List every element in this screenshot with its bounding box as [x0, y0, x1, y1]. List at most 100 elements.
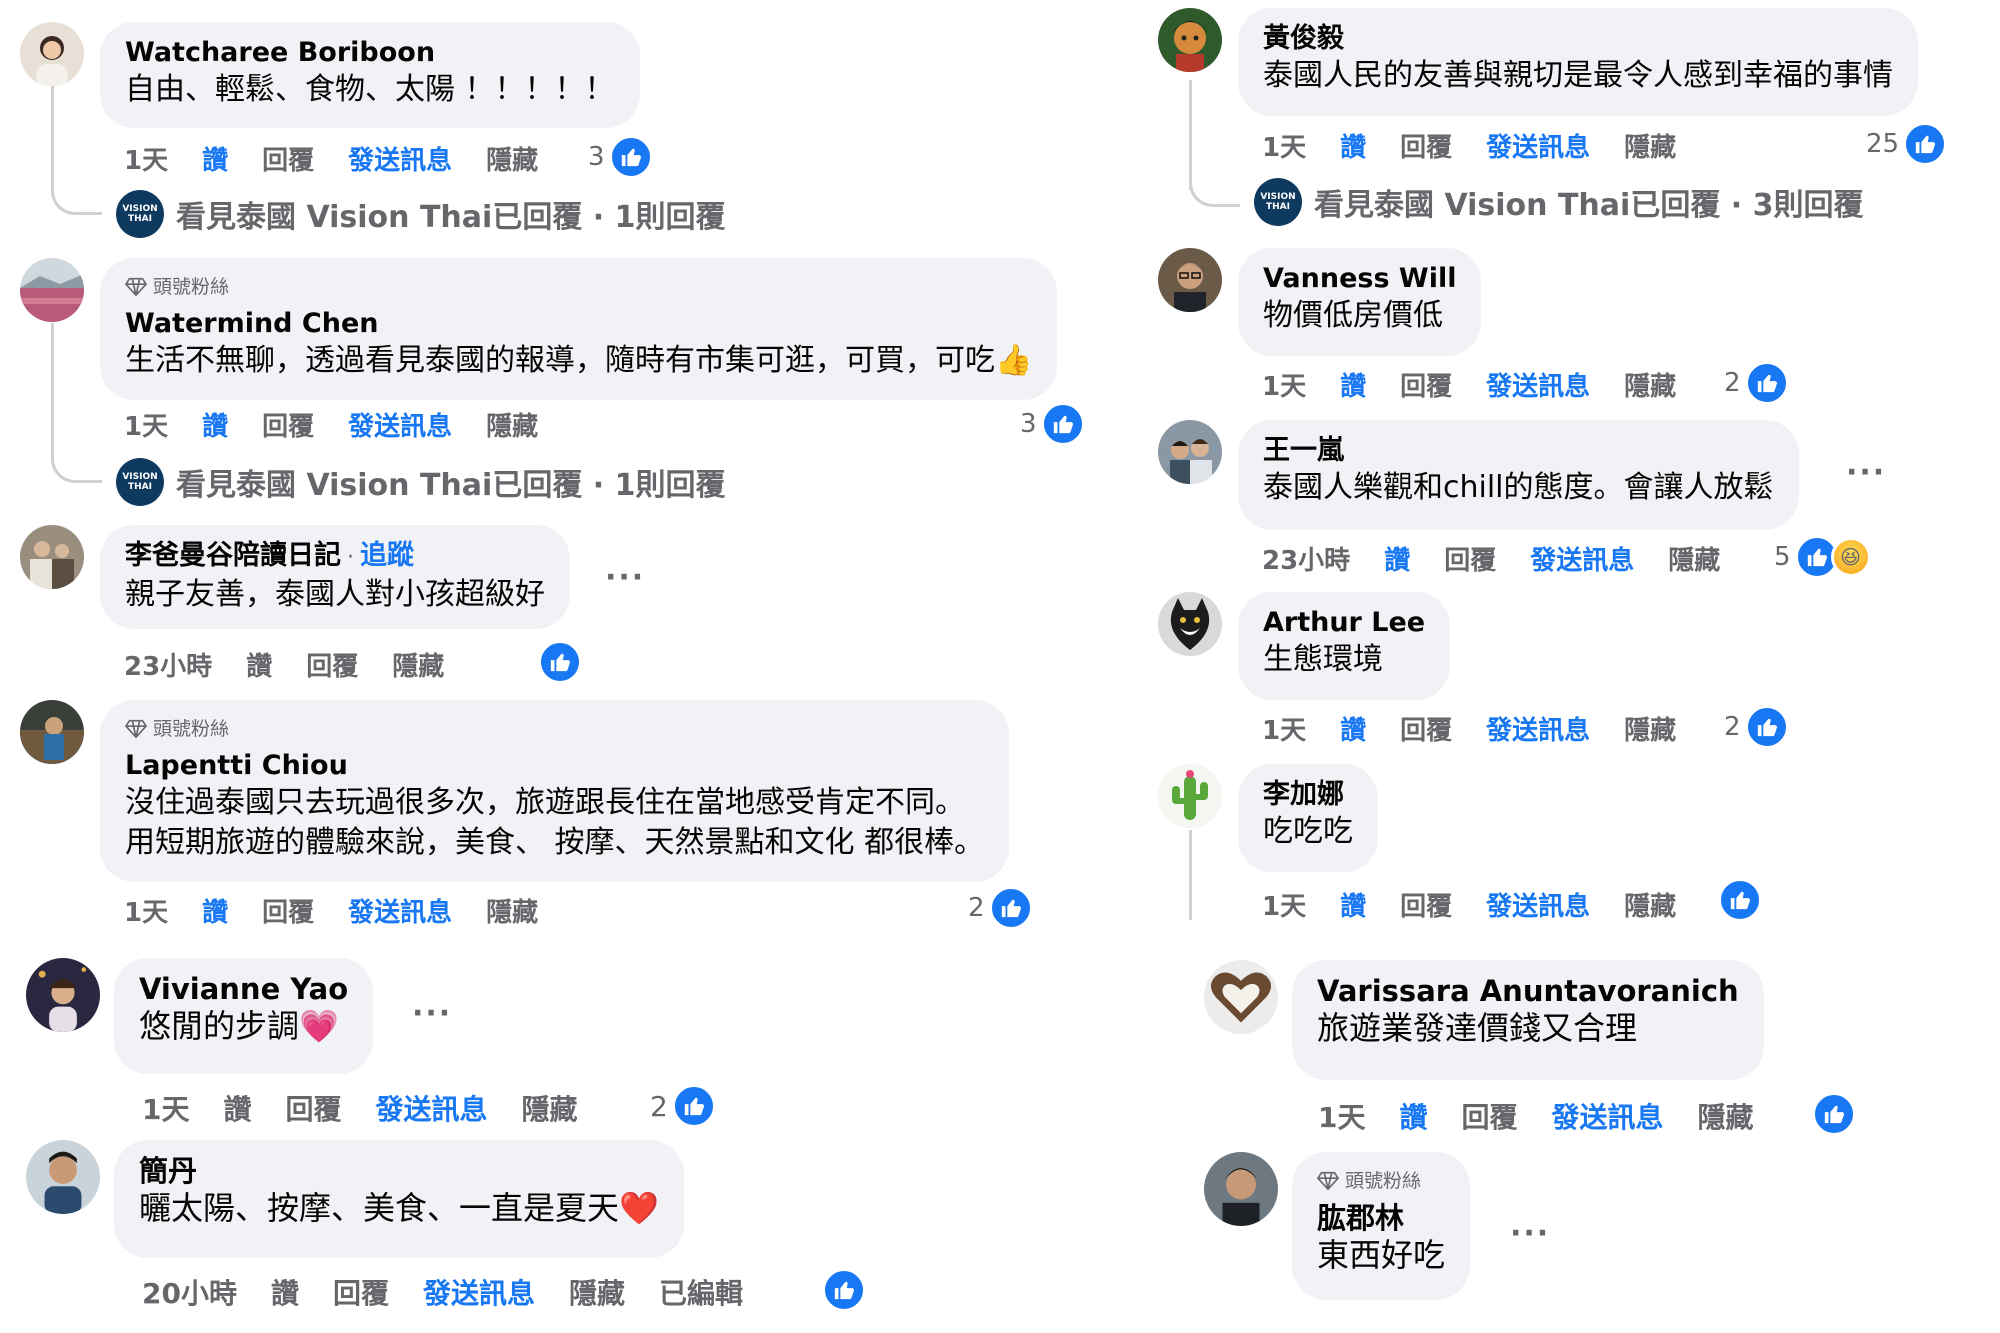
hide-button[interactable]: 隱藏 [486, 892, 538, 929]
reply-button[interactable]: 回覆 [1400, 127, 1452, 164]
timestamp[interactable]: 20小時 [142, 1272, 237, 1312]
replies-summary[interactable]: VISION THAI 看見泰國 Vision Thai已回覆 · 3則回覆 [1254, 178, 1863, 226]
reaction-count[interactable]: 5 😆 [1774, 535, 1871, 579]
author-name[interactable]: Arthur Lee [1263, 606, 1425, 640]
author-name[interactable]: Lapentti Chiou [125, 749, 984, 783]
like-button[interactable]: 讚 [1340, 710, 1366, 747]
timestamp[interactable]: 1天 [124, 892, 168, 929]
like-button[interactable]: 讚 [1384, 540, 1410, 577]
send-message-button[interactable]: 發送訊息 [348, 140, 452, 177]
send-message-button[interactable]: 發送訊息 [423, 1272, 535, 1312]
author-name[interactable]: 王一嵐 [1263, 434, 1774, 468]
author-name[interactable]: 李加娜 [1263, 778, 1353, 812]
avatar[interactable] [1158, 248, 1222, 312]
hide-button[interactable]: 隱藏 [486, 140, 538, 177]
avatar[interactable] [1158, 592, 1222, 656]
reply-button[interactable]: 回覆 [262, 406, 314, 443]
reply-button[interactable]: 回覆 [262, 140, 314, 177]
hide-button[interactable]: 隱藏 [1624, 710, 1676, 747]
send-message-button[interactable]: 發送訊息 [1486, 886, 1590, 923]
avatar[interactable] [1204, 1152, 1278, 1226]
like-button[interactable]: 讚 [223, 1088, 251, 1128]
reply-button[interactable]: 回覆 [1400, 366, 1452, 403]
author-name[interactable]: Varissara Anuntavoranich [1317, 974, 1739, 1008]
send-message-button[interactable]: 發送訊息 [1530, 540, 1634, 577]
avatar[interactable] [20, 258, 84, 322]
reply-button[interactable]: 回覆 [262, 892, 314, 929]
author-name[interactable]: Vivianne Yao [139, 972, 348, 1006]
reply-button[interactable]: 回覆 [1400, 886, 1452, 923]
like-button[interactable]: 讚 [1399, 1096, 1427, 1136]
reply-button[interactable]: 回覆 [1400, 710, 1452, 747]
hide-button[interactable]: 隱藏 [1624, 366, 1676, 403]
author-name[interactable]: 黃俊毅 [1263, 22, 1893, 56]
reaction-count[interactable]: 25 [1866, 122, 1948, 166]
more-options-button[interactable]: ··· [1510, 1216, 1550, 1251]
timestamp[interactable]: 23小時 [1262, 540, 1350, 577]
reaction-count[interactable] [822, 1268, 866, 1312]
reaction-count[interactable] [1718, 878, 1762, 922]
send-message-button[interactable]: 發送訊息 [1486, 366, 1590, 403]
hide-button[interactable]: 隱藏 [569, 1272, 625, 1312]
reaction-count[interactable]: 3 [588, 135, 653, 179]
like-button[interactable]: 讚 [1340, 127, 1366, 164]
author-name[interactable]: Watcharee Boriboon [125, 36, 615, 70]
hide-button[interactable]: 隱藏 [392, 646, 444, 683]
send-message-button[interactable]: 發送訊息 [348, 892, 452, 929]
timestamp[interactable]: 1天 [1318, 1096, 1365, 1136]
like-button[interactable]: 讚 [202, 140, 228, 177]
send-message-button[interactable]: 發送訊息 [348, 406, 452, 443]
author-name[interactable]: 簡丹 [139, 1154, 659, 1188]
like-button[interactable]: 讚 [271, 1272, 299, 1312]
reaction-count[interactable] [538, 640, 582, 684]
author-name[interactable]: Vanness Will [1263, 262, 1456, 296]
like-button[interactable]: 讚 [1340, 366, 1366, 403]
avatar[interactable] [1158, 420, 1222, 484]
reaction-count[interactable]: 2 [968, 886, 1033, 930]
reaction-count[interactable]: 3 [1020, 402, 1085, 446]
like-button[interactable]: 讚 [202, 892, 228, 929]
more-options-button[interactable]: ··· [605, 560, 645, 595]
reply-button[interactable]: 回覆 [306, 646, 358, 683]
send-message-button[interactable]: 發送訊息 [1552, 1096, 1664, 1136]
timestamp[interactable]: 1天 [124, 406, 168, 443]
reaction-count[interactable]: 2 [650, 1084, 716, 1128]
hide-button[interactable]: 隱藏 [1698, 1096, 1754, 1136]
timestamp[interactable]: 1天 [1262, 366, 1306, 403]
hide-button[interactable]: 隱藏 [1624, 127, 1676, 164]
avatar[interactable] [1158, 764, 1222, 828]
avatar[interactable] [1158, 8, 1222, 72]
replies-summary[interactable]: VISION THAI 看見泰國 Vision Thai已回覆 · 1則回覆 [116, 190, 725, 238]
hide-button[interactable]: 隱藏 [1624, 886, 1676, 923]
like-button[interactable]: 讚 [202, 406, 228, 443]
replies-summary[interactable]: VISION THAI 看見泰國 Vision Thai已回覆 · 1則回覆 [116, 458, 725, 506]
reply-button[interactable]: 回覆 [333, 1272, 389, 1312]
more-options-button[interactable]: ··· [412, 996, 452, 1031]
avatar[interactable] [20, 22, 84, 86]
author-name[interactable]: Watermind Chen [125, 307, 1032, 341]
follow-button[interactable]: 追蹤 [360, 540, 414, 571]
reaction-count[interactable] [1812, 1092, 1856, 1136]
reaction-count[interactable]: 2 [1724, 361, 1789, 405]
like-button[interactable]: 讚 [1340, 886, 1366, 923]
avatar[interactable] [20, 700, 84, 764]
like-button[interactable]: 讚 [246, 646, 272, 683]
timestamp[interactable]: 1天 [1262, 886, 1306, 923]
timestamp[interactable]: 1天 [1262, 710, 1306, 747]
reaction-count[interactable]: 2 [1724, 705, 1789, 749]
hide-button[interactable]: 隱藏 [522, 1088, 578, 1128]
avatar[interactable] [20, 525, 84, 589]
hide-button[interactable]: 隱藏 [486, 406, 538, 443]
avatar[interactable] [26, 1140, 100, 1214]
timestamp[interactable]: 1天 [142, 1088, 189, 1128]
send-message-button[interactable]: 發送訊息 [1486, 710, 1590, 747]
avatar[interactable] [26, 958, 100, 1032]
reply-button[interactable]: 回覆 [286, 1088, 342, 1128]
author-name[interactable]: 李爸曼谷陪讀日記 [125, 540, 341, 571]
timestamp[interactable]: 1天 [1262, 127, 1306, 164]
avatar[interactable] [1204, 960, 1278, 1034]
send-message-button[interactable]: 發送訊息 [1486, 127, 1590, 164]
reply-button[interactable]: 回覆 [1444, 540, 1496, 577]
timestamp[interactable]: 23小時 [124, 646, 212, 683]
reply-button[interactable]: 回覆 [1462, 1096, 1518, 1136]
